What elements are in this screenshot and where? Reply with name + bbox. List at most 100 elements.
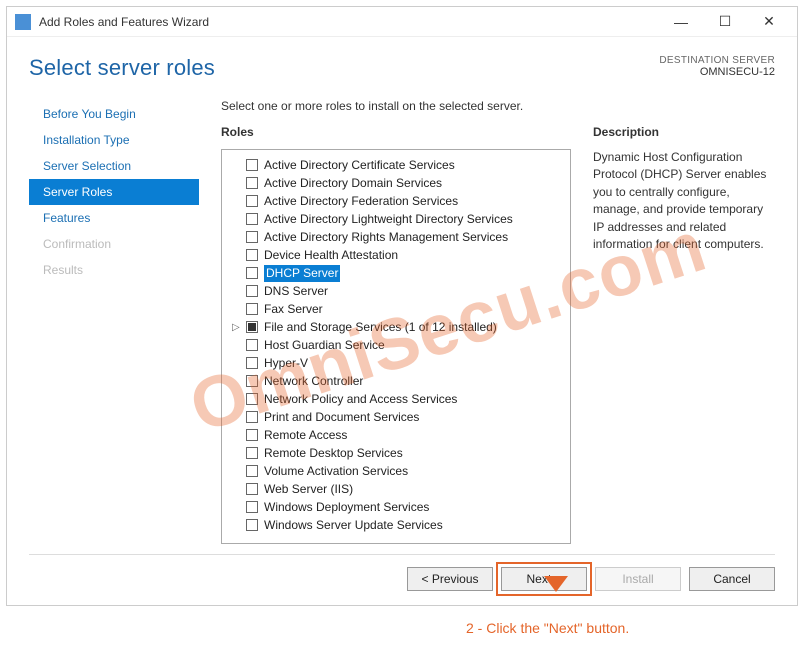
role-item[interactable]: Active Directory Rights Management Servi… (226, 228, 566, 246)
role-checkbox[interactable] (246, 411, 258, 423)
destination-name: OMNISECU-12 (659, 66, 775, 78)
header-row: Select server roles DESTINATION SERVER O… (29, 55, 775, 81)
role-label: Active Directory Lightweight Directory S… (264, 211, 513, 228)
role-label: Windows Deployment Services (264, 499, 429, 516)
role-label: Print and Document Services (264, 409, 419, 426)
role-label: Windows Server Update Services (264, 517, 443, 534)
role-checkbox[interactable] (246, 429, 258, 441)
maximize-button[interactable]: ☐ (703, 8, 747, 36)
roles-column: Roles Active Directory Certificate Servi… (221, 125, 571, 544)
role-label: File and Storage Services (1 of 12 insta… (264, 319, 497, 336)
nav-item-features[interactable]: Features (29, 205, 199, 231)
role-checkbox[interactable] (246, 213, 258, 225)
role-item[interactable]: Fax Server (226, 300, 566, 318)
role-checkbox[interactable] (246, 339, 258, 351)
role-checkbox[interactable] (246, 483, 258, 495)
role-item[interactable]: Active Directory Certificate Services (226, 156, 566, 174)
role-label: Hyper-V (264, 355, 308, 372)
role-checkbox[interactable] (246, 501, 258, 513)
role-item[interactable]: Active Directory Domain Services (226, 174, 566, 192)
role-label: Volume Activation Services (264, 463, 408, 480)
role-item[interactable]: ▷ File and Storage Services (1 of 12 inst… (226, 318, 566, 336)
nav-item-server-selection[interactable]: Server Selection (29, 153, 199, 179)
role-checkbox[interactable] (246, 249, 258, 261)
instruction-text: Select one or more roles to install on t… (221, 99, 775, 113)
role-checkbox[interactable] (246, 375, 258, 387)
app-icon (15, 14, 31, 30)
description-text: Dynamic Host Configuration Protocol (DHC… (593, 149, 775, 253)
role-label: Active Directory Domain Services (264, 175, 442, 192)
role-label: Fax Server (264, 301, 323, 318)
role-checkbox[interactable] (246, 159, 258, 171)
nav-item-before-you-begin[interactable]: Before You Begin (29, 101, 199, 127)
annotation-text: 2 - Click the "Next" button. (466, 620, 629, 636)
role-label: Active Directory Federation Services (264, 193, 458, 210)
nav-item-server-roles[interactable]: Server Roles (29, 179, 199, 205)
destination-box: DESTINATION SERVER OMNISECU-12 (659, 55, 775, 78)
nav-item-results: Results (29, 257, 199, 283)
role-label: Active Directory Rights Management Servi… (264, 229, 508, 246)
role-checkbox[interactable] (246, 285, 258, 297)
role-checkbox[interactable] (246, 303, 258, 315)
role-checkbox[interactable] (246, 519, 258, 531)
role-checkbox[interactable] (246, 357, 258, 369)
nav-item-confirmation: Confirmation (29, 231, 199, 257)
role-checkbox[interactable] (246, 195, 258, 207)
minimize-button[interactable]: — (659, 8, 703, 36)
nav-item-installation-type[interactable]: Installation Type (29, 127, 199, 153)
cancel-button[interactable]: Cancel (689, 567, 775, 591)
role-checkbox[interactable] (246, 177, 258, 189)
role-item[interactable]: DHCP Server (226, 264, 566, 282)
destination-label: DESTINATION SERVER (659, 55, 775, 66)
role-checkbox[interactable] (246, 465, 258, 477)
columns: Roles Active Directory Certificate Servi… (221, 125, 775, 544)
roles-listbox[interactable]: Active Directory Certificate ServicesAct… (221, 149, 571, 544)
close-button[interactable]: ✕ (747, 8, 791, 36)
window-title: Add Roles and Features Wizard (39, 15, 659, 29)
role-item[interactable]: Device Health Attestation (226, 246, 566, 264)
role-item[interactable]: Hyper-V (226, 354, 566, 372)
main-panel: Select one or more roles to install on t… (199, 99, 775, 544)
role-label: Remote Desktop Services (264, 445, 403, 462)
role-item[interactable]: Host Guardian Service (226, 336, 566, 354)
role-label: DHCP Server (264, 265, 340, 282)
role-label: Device Health Attestation (264, 247, 398, 264)
role-item[interactable]: DNS Server (226, 282, 566, 300)
titlebar: Add Roles and Features Wizard — ☐ ✕ (7, 7, 797, 37)
role-label: Network Policy and Access Services (264, 391, 457, 408)
role-label: DNS Server (264, 283, 328, 300)
role-item[interactable]: Network Policy and Access Services (226, 390, 566, 408)
page-title: Select server roles (29, 55, 215, 81)
footer: < Previous Next > Install Cancel (29, 554, 775, 591)
role-label: Network Controller (264, 373, 363, 390)
role-label: Web Server (IIS) (264, 481, 353, 498)
role-item[interactable]: Active Directory Lightweight Directory S… (226, 210, 566, 228)
role-item[interactable]: Windows Server Update Services (226, 516, 566, 534)
role-item[interactable]: Active Directory Federation Services (226, 192, 566, 210)
role-item[interactable]: Print and Document Services (226, 408, 566, 426)
window-controls: — ☐ ✕ (659, 8, 791, 36)
role-label: Remote Access (264, 427, 347, 444)
description-header: Description (593, 125, 775, 139)
role-checkbox[interactable] (246, 321, 258, 333)
expand-icon[interactable]: ▷ (232, 319, 242, 336)
roles-header: Roles (221, 125, 571, 139)
role-checkbox[interactable] (246, 447, 258, 459)
role-item[interactable]: Volume Activation Services (226, 462, 566, 480)
role-item[interactable]: Network Controller (226, 372, 566, 390)
role-checkbox[interactable] (246, 231, 258, 243)
body: Before You BeginInstallation TypeServer … (29, 99, 775, 544)
role-checkbox[interactable] (246, 393, 258, 405)
role-item[interactable]: Remote Desktop Services (226, 444, 566, 462)
role-label: Host Guardian Service (264, 337, 385, 354)
next-button[interactable]: Next > (501, 567, 587, 591)
content: Select server roles DESTINATION SERVER O… (7, 37, 797, 605)
role-item[interactable]: Web Server (IIS) (226, 480, 566, 498)
role-checkbox[interactable] (246, 267, 258, 279)
wizard-nav: Before You BeginInstallation TypeServer … (29, 99, 199, 544)
previous-button[interactable]: < Previous (407, 567, 493, 591)
role-item[interactable]: Windows Deployment Services (226, 498, 566, 516)
wizard-window: Add Roles and Features Wizard — ☐ ✕ Sele… (6, 6, 798, 606)
role-label: Active Directory Certificate Services (264, 157, 455, 174)
role-item[interactable]: Remote Access (226, 426, 566, 444)
